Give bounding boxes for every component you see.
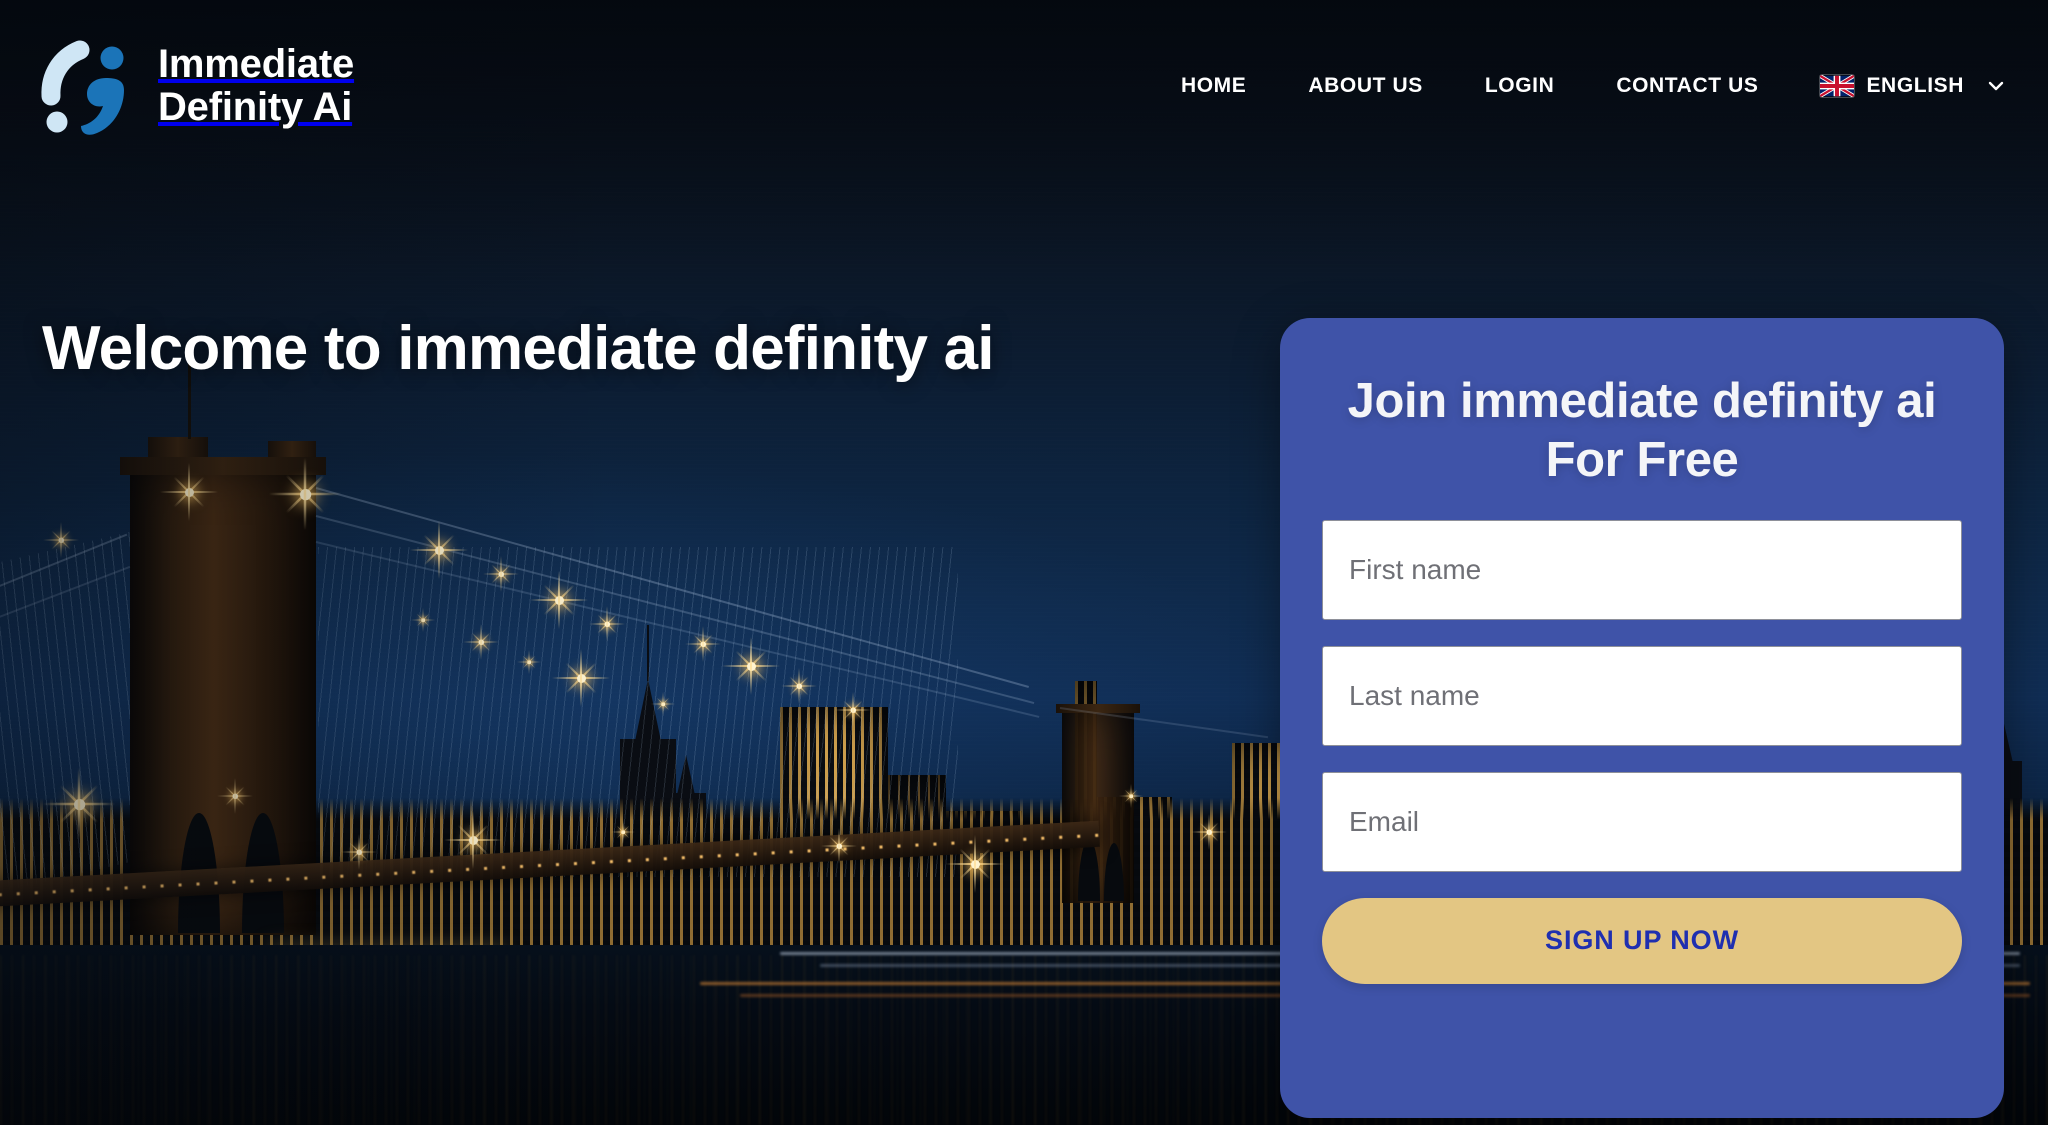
language-label: ENGLISH xyxy=(1866,74,1964,97)
landing-page: Immediate Definity Ai HOME ABOUT US LOGI… xyxy=(0,0,2048,1125)
site-logo-text: Immediate Definity Ai xyxy=(158,41,355,129)
immediate-definity-ai-logomark xyxy=(40,34,136,138)
first-name-input[interactable] xyxy=(1322,519,1962,620)
signup-card-title: Join immediate definity ai For Free xyxy=(1347,374,1937,487)
nav-link-contact-us[interactable]: CONTACT US xyxy=(1616,74,1758,98)
nav-link-about-us[interactable]: ABOUT US xyxy=(1308,74,1422,98)
main-navigation: HOME ABOUT US LOGIN CONTACT US ENGLISH xyxy=(1181,74,2006,98)
signup-card: Join immediate definity ai For Free SIGN… xyxy=(1280,318,2004,1118)
nav-link-login[interactable]: LOGIN xyxy=(1485,74,1555,98)
site-logo[interactable]: Immediate Definity Ai xyxy=(40,34,354,138)
language-selector[interactable]: ENGLISH xyxy=(1820,74,2006,98)
email-input[interactable] xyxy=(1322,771,1962,872)
uk-flag-icon xyxy=(1820,75,1855,97)
sign-up-now-button[interactable]: SIGN UP NOW xyxy=(1322,897,1962,984)
last-name-input[interactable] xyxy=(1322,645,1962,746)
site-header: Immediate Definity Ai HOME ABOUT US LOGI… xyxy=(0,0,2048,172)
page-title: Welcome to immediate definity ai xyxy=(42,314,995,383)
chevron-down-icon[interactable] xyxy=(1986,76,2006,96)
nav-link-home[interactable]: HOME xyxy=(1181,74,1246,98)
